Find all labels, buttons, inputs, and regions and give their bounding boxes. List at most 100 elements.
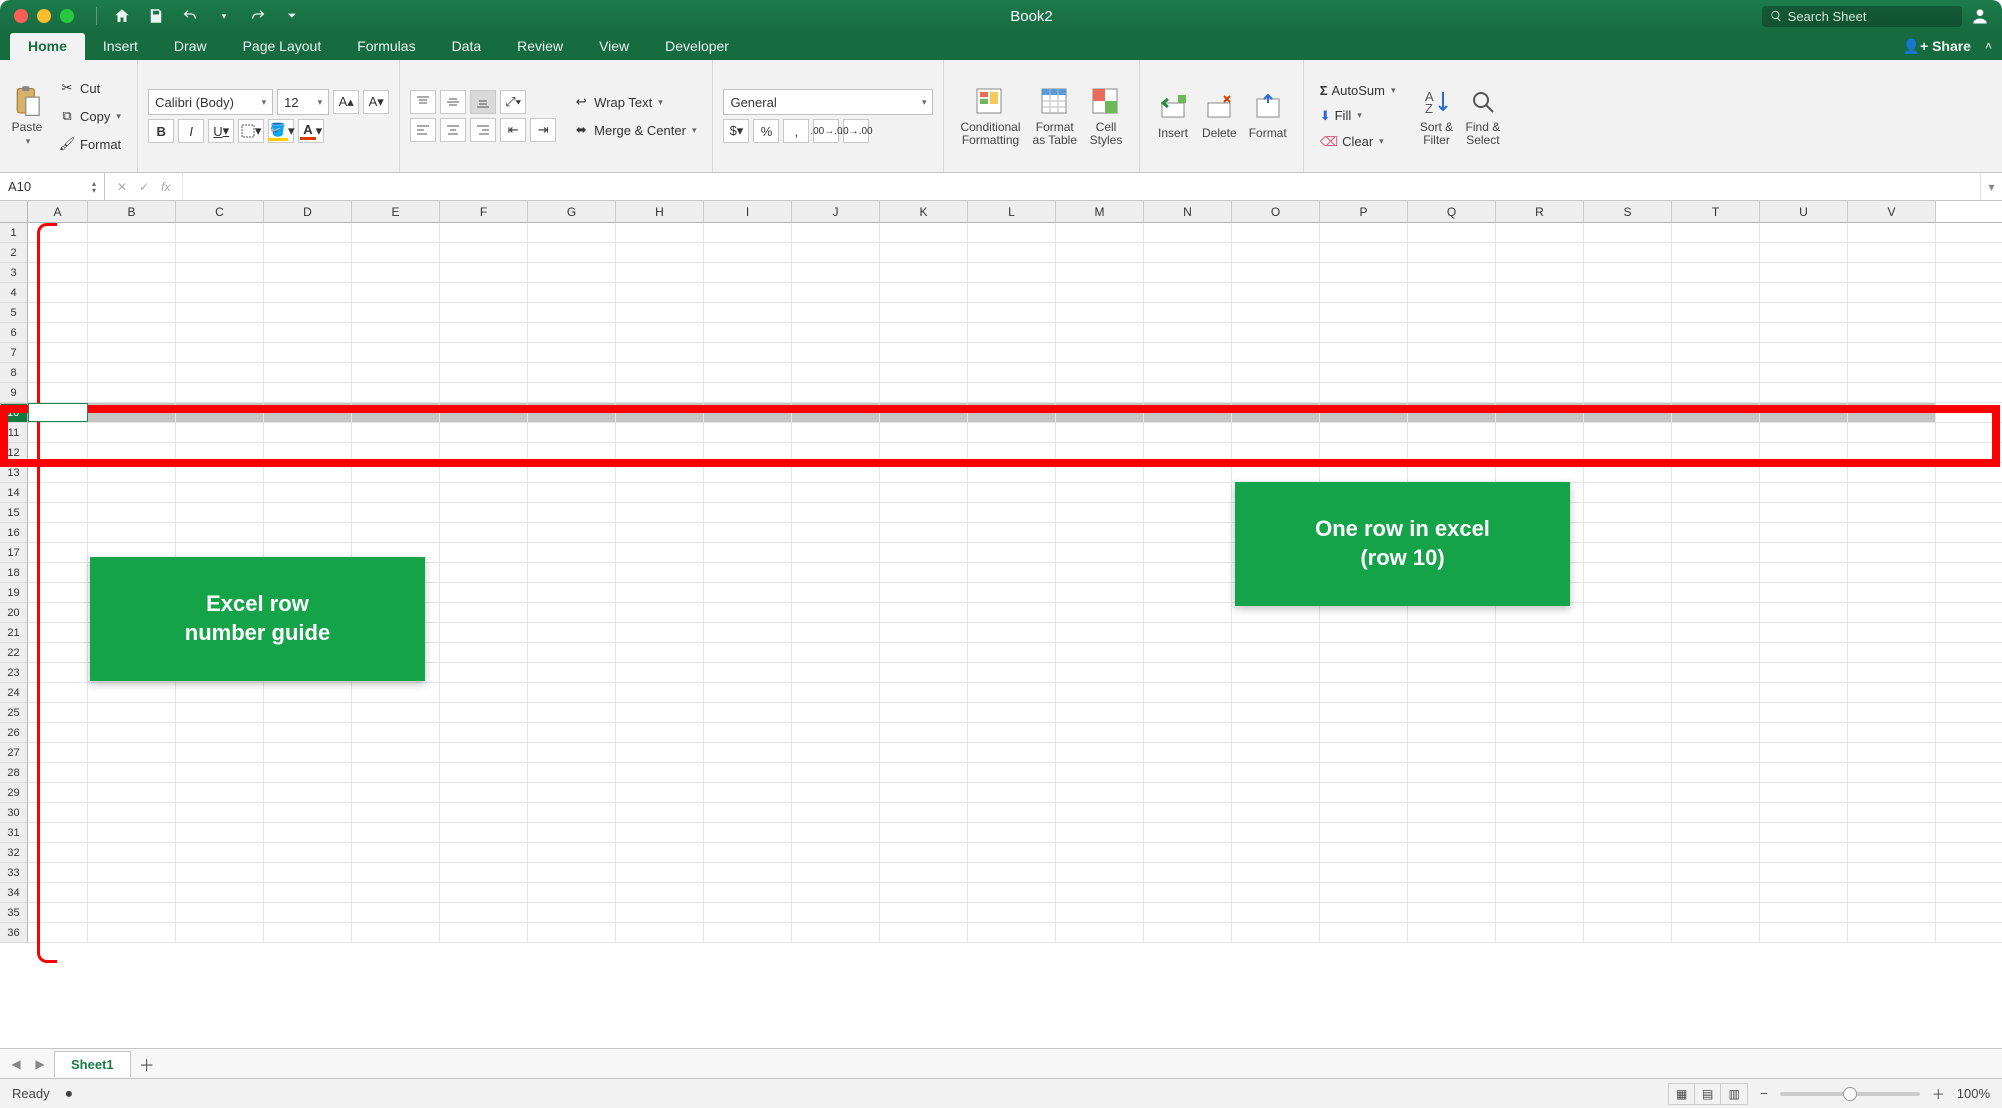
- cell-K6[interactable]: [880, 323, 968, 342]
- cell-I32[interactable]: [704, 843, 792, 862]
- cell-P22[interactable]: [1320, 643, 1408, 662]
- cell-D36[interactable]: [264, 923, 352, 942]
- cell-I23[interactable]: [704, 663, 792, 682]
- align-left-button[interactable]: [410, 118, 436, 142]
- cell-B3[interactable]: [88, 263, 176, 282]
- cell-A36[interactable]: [28, 923, 88, 942]
- cell-D25[interactable]: [264, 703, 352, 722]
- cell-G30[interactable]: [528, 803, 616, 822]
- cell-V14[interactable]: [1848, 483, 1936, 502]
- cell-B6[interactable]: [88, 323, 176, 342]
- row-header-16[interactable]: 16: [0, 523, 28, 543]
- cell-I8[interactable]: [704, 363, 792, 382]
- format-painter-button[interactable]: 🖌Format: [52, 132, 127, 156]
- cell-R3[interactable]: [1496, 263, 1584, 282]
- cell-M5[interactable]: [1056, 303, 1144, 322]
- row-header-19[interactable]: 19: [0, 583, 28, 603]
- cell-U4[interactable]: [1760, 283, 1848, 302]
- column-header-N[interactable]: N: [1144, 201, 1232, 222]
- italic-button[interactable]: I: [178, 119, 204, 143]
- cell-L35[interactable]: [968, 903, 1056, 922]
- cell-F6[interactable]: [440, 323, 528, 342]
- cell-I21[interactable]: [704, 623, 792, 642]
- cell-U6[interactable]: [1760, 323, 1848, 342]
- cell-P25[interactable]: [1320, 703, 1408, 722]
- cell-T30[interactable]: [1672, 803, 1760, 822]
- cell-T32[interactable]: [1672, 843, 1760, 862]
- row-header-31[interactable]: 31: [0, 823, 28, 843]
- cell-D11[interactable]: [264, 423, 352, 442]
- cell-E25[interactable]: [352, 703, 440, 722]
- cell-D32[interactable]: [264, 843, 352, 862]
- cell-D16[interactable]: [264, 523, 352, 542]
- cell-B11[interactable]: [88, 423, 176, 442]
- cell-U30[interactable]: [1760, 803, 1848, 822]
- cell-U18[interactable]: [1760, 563, 1848, 582]
- cell-T6[interactable]: [1672, 323, 1760, 342]
- cell-I4[interactable]: [704, 283, 792, 302]
- cell-P34[interactable]: [1320, 883, 1408, 902]
- cell-G22[interactable]: [528, 643, 616, 662]
- cell-Q33[interactable]: [1408, 863, 1496, 882]
- cell-G1[interactable]: [528, 223, 616, 242]
- cell-A12[interactable]: [28, 443, 88, 462]
- cell-P32[interactable]: [1320, 843, 1408, 862]
- cell-F17[interactable]: [440, 543, 528, 562]
- cell-A21[interactable]: [28, 623, 88, 642]
- paste-dropdown[interactable]: ▾: [26, 136, 31, 147]
- cell-L4[interactable]: [968, 283, 1056, 302]
- undo-dropdown[interactable]: ▾: [215, 7, 233, 25]
- cell-U17[interactable]: [1760, 543, 1848, 562]
- row-header-12[interactable]: 12: [0, 443, 28, 463]
- cell-M31[interactable]: [1056, 823, 1144, 842]
- cell-N23[interactable]: [1144, 663, 1232, 682]
- cell-C13[interactable]: [176, 463, 264, 482]
- cell-U13[interactable]: [1760, 463, 1848, 482]
- cell-N7[interactable]: [1144, 343, 1232, 362]
- cell-F11[interactable]: [440, 423, 528, 442]
- cell-A7[interactable]: [28, 343, 88, 362]
- sheet-nav-prev[interactable]: ◀: [6, 1057, 26, 1071]
- cell-B33[interactable]: [88, 863, 176, 882]
- cell-D7[interactable]: [264, 343, 352, 362]
- cell-M13[interactable]: [1056, 463, 1144, 482]
- cell-V26[interactable]: [1848, 723, 1936, 742]
- cell-D12[interactable]: [264, 443, 352, 462]
- cell-U23[interactable]: [1760, 663, 1848, 682]
- cell-E30[interactable]: [352, 803, 440, 822]
- cell-H31[interactable]: [616, 823, 704, 842]
- cell-J16[interactable]: [792, 523, 880, 542]
- merge-center-button[interactable]: ⬌Merge & Center▾: [566, 118, 702, 142]
- cell-E15[interactable]: [352, 503, 440, 522]
- cell-K4[interactable]: [880, 283, 968, 302]
- cell-Q22[interactable]: [1408, 643, 1496, 662]
- cell-V12[interactable]: [1848, 443, 1936, 462]
- cell-O36[interactable]: [1232, 923, 1320, 942]
- sheet-nav-next[interactable]: ▶: [30, 1057, 50, 1071]
- cell-G28[interactable]: [528, 763, 616, 782]
- row-header-33[interactable]: 33: [0, 863, 28, 883]
- cell-P6[interactable]: [1320, 323, 1408, 342]
- cell-O10[interactable]: [1232, 403, 1320, 422]
- cell-I24[interactable]: [704, 683, 792, 702]
- cell-F5[interactable]: [440, 303, 528, 322]
- cell-N16[interactable]: [1144, 523, 1232, 542]
- cell-B12[interactable]: [88, 443, 176, 462]
- cell-O7[interactable]: [1232, 343, 1320, 362]
- cell-H17[interactable]: [616, 543, 704, 562]
- cell-D27[interactable]: [264, 743, 352, 762]
- cell-U35[interactable]: [1760, 903, 1848, 922]
- cell-Q31[interactable]: [1408, 823, 1496, 842]
- cell-E14[interactable]: [352, 483, 440, 502]
- cell-N33[interactable]: [1144, 863, 1232, 882]
- fill-button[interactable]: ⬇Fill▾: [1314, 105, 1402, 127]
- cell-S35[interactable]: [1584, 903, 1672, 922]
- cell-T4[interactable]: [1672, 283, 1760, 302]
- cell-G21[interactable]: [528, 623, 616, 642]
- cell-B25[interactable]: [88, 703, 176, 722]
- cell-P10[interactable]: [1320, 403, 1408, 422]
- cell-T17[interactable]: [1672, 543, 1760, 562]
- cell-H35[interactable]: [616, 903, 704, 922]
- cell-N36[interactable]: [1144, 923, 1232, 942]
- row-header-28[interactable]: 28: [0, 763, 28, 783]
